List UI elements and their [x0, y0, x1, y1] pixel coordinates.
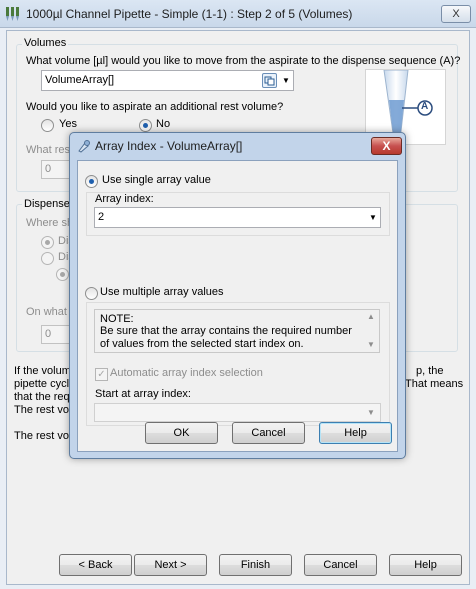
- note-line-1: Be sure that the array contains the requ…: [100, 325, 352, 337]
- multiple-array-values-radio[interactable]: [85, 287, 98, 300]
- dispense-option-1-radio[interactable]: [41, 236, 54, 249]
- info-line-2-right: That means: [405, 378, 464, 390]
- note-box: NOTE: Be sure that the array contains th…: [94, 309, 380, 353]
- rest-volume-question: Would you like to aspirate an additional…: [26, 101, 284, 113]
- finish-button[interactable]: Finish: [219, 554, 292, 576]
- info-line-5-left: The rest vol: [14, 430, 72, 442]
- dispense-question: Where sh: [26, 217, 74, 229]
- window-title: 1000µl Channel Pipette - Simple (1-1) : …: [26, 7, 353, 21]
- scroll-up-icon[interactable]: ▲: [367, 312, 375, 321]
- array-index-label: Array index:: [95, 193, 154, 205]
- note-scrollbar[interactable]: ▲ ▼: [365, 312, 378, 350]
- automatic-index-label: Automatic array index selection: [110, 367, 263, 379]
- chevron-down-icon[interactable]: ▼: [282, 76, 290, 85]
- single-array-value-radio[interactable]: [85, 175, 98, 188]
- single-array-value-label: Use single array value: [102, 174, 211, 186]
- automatic-index-checkbox[interactable]: ✓: [95, 368, 108, 381]
- chevron-down-icon[interactable]: ▼: [369, 213, 377, 222]
- help-button[interactable]: Help: [389, 554, 462, 576]
- rest-no-radio[interactable]: [139, 119, 152, 132]
- variable-picker-icon[interactable]: [262, 73, 277, 88]
- tip-label-a: A: [421, 101, 429, 112]
- dialog-help-button[interactable]: Help: [319, 422, 392, 444]
- dialog-cancel-button[interactable]: Cancel: [232, 422, 305, 444]
- volumes-group-title: Volumes: [22, 37, 69, 49]
- rest-no-label: No: [156, 118, 171, 130]
- info-line-4-left: The rest vol: [14, 404, 72, 416]
- rest-volume-value: 0: [45, 163, 52, 175]
- info-line-1-left: If the volum: [14, 365, 71, 377]
- note-line-2: of values from the selected start index …: [100, 338, 304, 350]
- rest-volume-field[interactable]: 0: [41, 160, 71, 179]
- volume-a-question: What volume [µl] would you like to move …: [26, 55, 461, 67]
- rest-yes-label: Yes: [59, 118, 77, 130]
- scroll-down-icon[interactable]: ▼: [367, 340, 375, 349]
- dispense-onwhat-value: 0: [45, 328, 52, 340]
- start-index-combo[interactable]: ▼: [94, 403, 381, 422]
- array-index-value: 2: [98, 211, 105, 223]
- dispense-onwhat-field[interactable]: 0: [41, 325, 71, 344]
- chevron-down-icon[interactable]: ▼: [367, 408, 375, 417]
- dispense-sub-option-radio[interactable]: [56, 268, 69, 281]
- cancel-button[interactable]: Cancel: [304, 554, 377, 576]
- multiple-array-values-label: Use multiple array values: [100, 286, 224, 298]
- start-index-label: Start at array index:: [95, 388, 191, 400]
- array-index-dialog: Array Index - VolumeArray[] X Use single…: [69, 132, 406, 459]
- window-titlebar: 1000µl Channel Pipette - Simple (1-1) : …: [0, 0, 476, 28]
- dialog-ok-button[interactable]: OK: [145, 422, 218, 444]
- volume-a-combo[interactable]: VolumeArray[] ▼: [41, 70, 294, 91]
- rest-yes-radio[interactable]: [41, 119, 54, 132]
- pipette-app-icon: [6, 7, 19, 21]
- dispense-option-2-radio[interactable]: [41, 252, 54, 265]
- pipette-hand-icon: [78, 140, 90, 153]
- dispense-onwhat-label: On what: [26, 306, 67, 318]
- next-button[interactable]: Next >: [134, 554, 207, 576]
- dialog-client-area: Use single array value Array index: 2 ▼ …: [77, 160, 398, 452]
- dispense-group-title: Dispense: [22, 198, 72, 210]
- dialog-title: Array Index - VolumeArray[]: [95, 139, 243, 153]
- back-button[interactable]: < Back: [59, 554, 132, 576]
- info-line-3-left: that the req: [14, 391, 70, 403]
- window-close-button[interactable]: X: [441, 5, 471, 23]
- volume-a-value: VolumeArray[]: [45, 74, 115, 86]
- info-line-1-right: p, the: [416, 365, 444, 377]
- dialog-close-button[interactable]: X: [371, 137, 402, 155]
- array-index-combo[interactable]: 2 ▼: [94, 207, 381, 228]
- note-title: NOTE:: [100, 313, 134, 325]
- rest-volume-label: What res: [26, 144, 71, 156]
- info-line-2-left: pipette cycl: [14, 378, 70, 390]
